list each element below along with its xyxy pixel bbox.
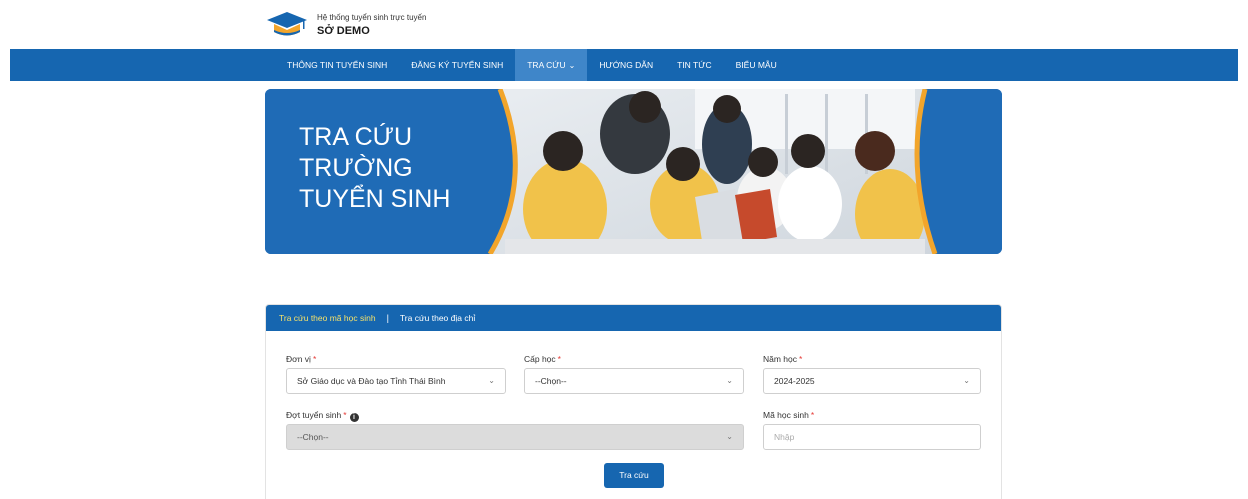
nam-hoc-label-text: Năm học (763, 354, 798, 364)
nam-hoc-label: Năm học * (763, 353, 981, 365)
nav-item-thong-tin-tuyen-sinh[interactable]: THÔNG TIN TUYỂN SINH (275, 49, 399, 81)
required-mark: * (557, 354, 561, 364)
ma-hoc-sinh-label: Mã học sinh * (763, 409, 981, 421)
nam-hoc-value: 2024-2025 (774, 376, 815, 386)
don-vi-label-text: Đơn vị (286, 354, 311, 364)
site-title: SỞ DEMO (317, 24, 370, 37)
ma-hoc-sinh-field: Mã học sinh * Nhập (763, 409, 981, 451)
ma-hoc-sinh-label-text: Mã học sinh (763, 410, 809, 420)
student-code-input[interactable]: Nhập (763, 424, 981, 450)
student-code-placeholder: Nhập (774, 432, 795, 442)
banner-title-line-3: TUYỂN SINH (299, 185, 451, 213)
nav-item-tra-cuu-label: TRA CỨU (527, 60, 566, 70)
dot-tuyen-sinh-select[interactable]: --Chọn-- ⌄ (286, 424, 744, 450)
don-vi-select[interactable]: Sở Giáo dục và Đào tạo Tỉnh Thái Bình ⌄ (286, 368, 506, 394)
required-mark: * (312, 354, 317, 364)
required-mark: * (810, 410, 815, 420)
cap-hoc-field: Cấp học * --Chọn-- ⌄ (524, 353, 744, 395)
tab-by-address[interactable]: Tra cứu theo địa chỉ (400, 313, 475, 323)
nam-hoc-field: Năm học * 2024-2025 ⌄ (763, 353, 981, 395)
cap-hoc-value: --Chọn-- (535, 376, 567, 386)
search-button[interactable]: Tra cứu (604, 463, 664, 488)
banner-title: TRA CỨU TRƯỜNG TUYỂN SINH (299, 122, 499, 215)
nav-item-dang-ky-tuyen-sinh[interactable]: ĐĂNG KÝ TUYỂN SINH (399, 49, 515, 81)
main-nav: THÔNG TIN TUYỂN SINH ĐĂNG KÝ TUYỂN SINH … (10, 49, 1238, 81)
dot-tuyen-sinh-label: Đợt tuyển sinh * i (286, 409, 744, 422)
graduation-cap-icon (267, 12, 307, 36)
nav-items: THÔNG TIN TUYỂN SINH ĐĂNG KÝ TUYỂN SINH … (275, 49, 789, 81)
don-vi-value: Sở Giáo dục và Đào tạo Tỉnh Thái Bình (297, 376, 446, 386)
dot-tuyen-sinh-value: --Chọn-- (297, 432, 329, 442)
hero-banner: TRA CỨU TRƯỜNG TUYỂN SINH (265, 89, 1002, 254)
site-subtitle: Hệ thống tuyển sinh trực tuyến (317, 12, 427, 22)
logo[interactable]: Hệ thống tuyển sinh trực tuyến SỞ DEMO (265, 10, 426, 40)
chevron-down-icon: ⌄ (488, 376, 495, 385)
header: Hệ thống tuyển sinh trực tuyến SỞ DEMO (0, 0, 1248, 49)
nav-item-huong-dan[interactable]: HƯỚNG DẪN (587, 49, 665, 81)
chevron-down-icon: ⌄ (568, 61, 576, 70)
nam-hoc-select[interactable]: 2024-2025 ⌄ (763, 368, 981, 394)
dot-tuyen-sinh-label-text: Đợt tuyển sinh (286, 410, 342, 420)
nav-item-tra-cuu[interactable]: TRA CỨU ⌄ (515, 49, 588, 81)
required-mark: * (343, 410, 347, 420)
chevron-down-icon: ⌄ (726, 376, 733, 385)
banner-title-line-1: TRA CỨU (299, 123, 413, 151)
nav-item-tin-tuc[interactable]: TIN TỨC (665, 49, 724, 81)
chevron-down-icon: ⌄ (963, 376, 970, 385)
search-tabs: Tra cứu theo mã học sinh | Tra cứu theo … (266, 305, 1001, 331)
dot-tuyen-sinh-field: Đợt tuyển sinh * i --Chọn-- ⌄ (286, 409, 744, 451)
tab-separator: | (386, 313, 389, 323)
logo-text: Hệ thống tuyển sinh trực tuyến SỞ DEMO (317, 13, 426, 38)
don-vi-label: Đơn vị * (286, 353, 506, 365)
page: Hệ thống tuyển sinh trực tuyến SỞ DEMO T… (0, 0, 1248, 499)
cap-hoc-label-text: Cấp học (524, 354, 556, 364)
banner-title-line-2: TRƯỜNG (299, 154, 413, 182)
required-mark: * (799, 354, 803, 364)
chevron-down-icon: ⌄ (726, 432, 733, 441)
don-vi-field: Đơn vị * Sở Giáo dục và Đào tạo Tỉnh Thái… (286, 353, 506, 395)
cap-hoc-label: Cấp học * (524, 353, 744, 365)
nav-item-bieu-mau[interactable]: BIỂU MẪU (724, 49, 789, 81)
cap-hoc-select[interactable]: --Chọn-- ⌄ (524, 368, 744, 394)
tab-by-student-code[interactable]: Tra cứu theo mã học sinh (279, 313, 376, 323)
info-icon[interactable]: i (349, 413, 359, 422)
search-card: Tra cứu theo mã học sinh | Tra cứu theo … (265, 304, 1002, 499)
